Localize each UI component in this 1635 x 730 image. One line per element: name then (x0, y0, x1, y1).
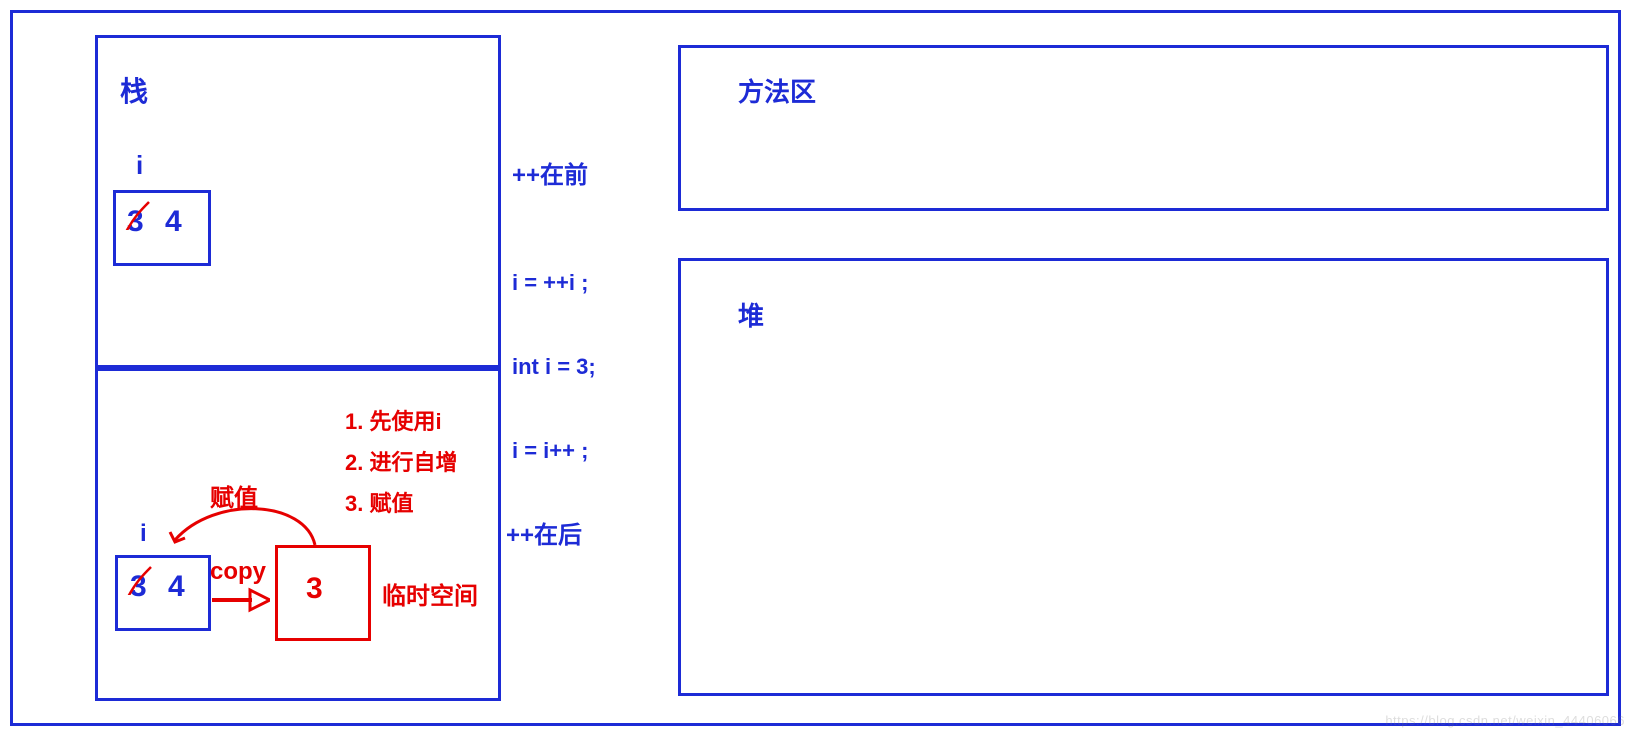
step-3: 3. 赋值 (345, 486, 413, 518)
heap-box (678, 258, 1609, 696)
heap-label: 堆 (738, 296, 764, 333)
watermark: https://blog.csdn.net/weixin_44406066 (1385, 713, 1625, 728)
var-i-top-old: 3 (127, 205, 144, 239)
var-i-top-name: i (136, 150, 143, 181)
copy-label: copy (210, 558, 266, 586)
var-i-bot-name: i (140, 520, 147, 548)
code-declaration: int i = 3; (512, 354, 596, 380)
method-area-box (678, 45, 1609, 211)
var-i-top-new: 4 (165, 205, 182, 239)
copy-arrow-icon (210, 585, 270, 615)
post-increment-label: ++在后 (506, 515, 582, 550)
code-pre-increment: i = ++i ; (512, 270, 588, 296)
temp-box (275, 545, 371, 641)
temp-label: 临时空间 (382, 576, 478, 611)
stack-label: 栈 (120, 70, 148, 110)
temp-value: 3 (306, 572, 323, 606)
method-area-label: 方法区 (738, 72, 816, 109)
step-1: 1. 先使用i (345, 404, 442, 436)
pre-increment-label: ++在前 (512, 155, 588, 190)
code-post-increment: i = i++ ; (512, 438, 588, 464)
var-i-bot-old: 3 (130, 570, 147, 604)
step-2: 2. 进行自增 (345, 445, 457, 477)
var-i-bot-new: 4 (168, 570, 185, 604)
assign-label: 赋值 (210, 478, 258, 513)
